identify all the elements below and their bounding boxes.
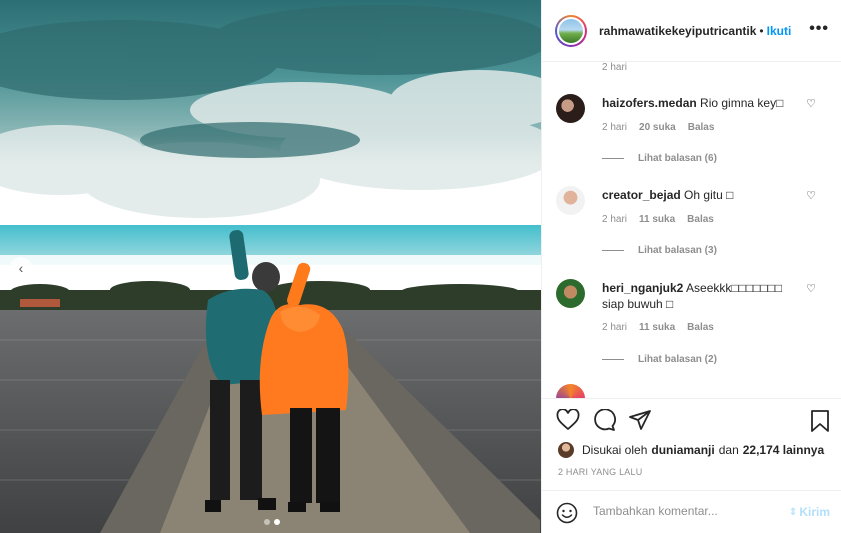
view-replies-label: Lihat balasan (3) [638,245,717,256]
header-separator: • [759,23,764,38]
commenter-username[interactable]: haizofers.medan [602,96,697,110]
view-replies-button[interactable]: Lihat balasan (6) [602,153,717,164]
send-button[interactable]: ⇕ Kirim [789,505,830,519]
reply-button[interactable]: Balas [688,122,715,133]
comment-meta: 2 hari 11 suka Balas [602,214,714,225]
replies-divider [602,158,624,159]
reply-button[interactable]: Balas [687,322,714,333]
view-replies-label: Lihat balasan (6) [638,153,717,164]
comment-time[interactable]: 2 hari [602,214,627,225]
share-icon[interactable] [628,409,652,431]
previous-photo-button[interactable]: ‹ [10,257,32,279]
commenter-username[interactable]: creator_bejad [602,188,681,202]
post-actions-bar [542,398,841,444]
author-avatar[interactable] [555,14,587,47]
heart-icon[interactable] [556,409,580,431]
comment-meta: 2 hari 20 suka Balas [602,122,714,133]
comment-meta: 2 hari 11 suka Balas [602,322,714,333]
comment-time[interactable]: 2 hari [602,322,627,333]
emoji-icon[interactable] [556,502,578,524]
post-side-panel: rahmawatikekeyiputricantik • Ikuti ••• 2… [541,0,841,533]
carousel-indicator [264,519,280,525]
author-username[interactable]: rahmawatikekeyiputricantik [599,24,756,38]
comment-likes[interactable]: 11 suka [639,214,675,225]
likes-prefix: Disukai oleh [582,443,648,457]
replies-divider [602,250,624,251]
commenter-avatar[interactable] [556,94,585,123]
commenter-avatar[interactable] [556,384,585,398]
more-icon[interactable]: ••• [809,21,829,37]
comment-time[interactable]: 2 hari [602,122,627,133]
heart-icon[interactable]: ♡ [806,97,816,110]
liker-username[interactable]: duniamanji [651,443,714,457]
view-replies-button[interactable]: Lihat balasan (2) [602,354,717,365]
comments-list[interactable]: 2 hari haizofers.medan Rio gimna key□ ♡ … [542,62,841,398]
post-date[interactable]: 2 HARI YANG LALU [558,467,642,477]
heart-icon[interactable]: ♡ [806,189,816,202]
chevron-left-icon: ‹ [18,260,24,276]
comment-likes[interactable]: 20 suka [639,122,676,133]
post-photo: ‹ [0,0,541,533]
commenter-avatar[interactable] [556,279,585,308]
comment-icon[interactable] [592,409,616,431]
instagram-post-modal: ‹ rahmawatikekeyiputricantik • Ikuti •••… [0,0,841,533]
likes-others[interactable]: 22,174 lainnya [743,443,824,457]
view-replies-label: Lihat balasan (2) [638,354,717,365]
add-comment-bar: ⇕ Kirim [542,490,841,533]
send-label: Kirim [799,505,830,519]
comment-time: 2 hari [602,62,628,73]
post-header: rahmawatikekeyiputricantik • Ikuti ••• [542,0,841,62]
comment-text: creator_bejad Oh gitu □ [602,187,798,203]
carousel-dot [264,519,270,525]
comment-body: Rio gimna key□ [700,96,784,110]
likes-conjunction: dan [718,443,739,457]
comment-likes[interactable]: 11 suka [639,322,675,333]
comment-text: heri_nganjuk2 Aseekkk□□□□□□□ siap buwuh … [602,280,798,312]
reply-button[interactable]: Balas [687,214,714,225]
follow-button[interactable]: Ikuti [767,24,792,38]
send-arrows-icon: ⇕ [788,506,798,518]
bookmark-icon[interactable] [810,409,830,433]
comment-body: Oh gitu □ [684,188,734,202]
view-replies-button[interactable]: Lihat balasan (3) [602,245,717,256]
photo-image [0,0,541,533]
commenter-avatar[interactable] [556,186,585,215]
liker-avatar[interactable] [558,442,574,458]
replies-divider [602,359,624,360]
comment-input[interactable] [593,504,773,518]
comment-text: haizofers.medan Rio gimna key□ [602,95,798,111]
heart-icon[interactable]: ♡ [806,282,816,295]
commenter-username[interactable]: heri_nganjuk2 [602,281,683,295]
carousel-dot-active [274,519,280,525]
likes-summary: Disukai oleh duniamanji dan 22,174 lainn… [558,442,824,458]
